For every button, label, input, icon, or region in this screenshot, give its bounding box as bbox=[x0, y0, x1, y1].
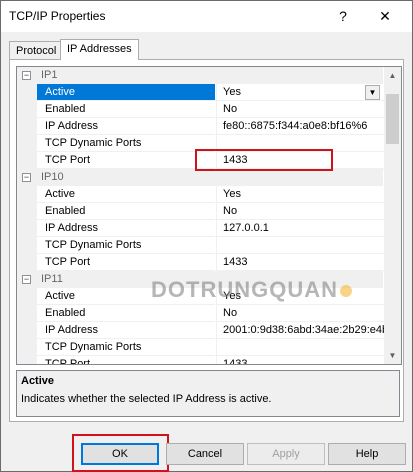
collapse-toggle-icon[interactable]: − bbox=[22, 71, 31, 80]
property-name: Active bbox=[37, 84, 215, 101]
description-text: Indicates whether the selected IP Addres… bbox=[21, 393, 272, 405]
property-name: TCP Dynamic Ports bbox=[37, 135, 215, 152]
property-name: TCP Port bbox=[37, 356, 215, 364]
row-gutter bbox=[17, 356, 37, 364]
vertical-scrollbar[interactable]: ▲ ▼ bbox=[384, 67, 401, 364]
property-value[interactable]: 2001:0:9d38:6abd:34ae:2b29:e4b bbox=[216, 322, 390, 339]
ip-addresses-panel: − IP1 Active Yes ▼ Enabled No IP Address fe80::6… bbox=[9, 59, 404, 422]
property-value[interactable] bbox=[216, 339, 390, 356]
property-value[interactable] bbox=[216, 237, 390, 254]
property-row[interactable]: IP Address fe80::6875:f344:a0e8:bf16%6 bbox=[17, 118, 390, 135]
row-gutter bbox=[17, 237, 37, 254]
property-name: IP Address bbox=[37, 220, 215, 237]
row-gutter bbox=[17, 288, 37, 305]
property-row[interactable]: TCP Port 1433 bbox=[17, 356, 383, 364]
scroll-down-icon[interactable]: ▼ bbox=[384, 347, 401, 364]
grid-section-label: IP1 bbox=[41, 69, 58, 81]
row-gutter bbox=[17, 220, 37, 237]
property-value[interactable]: 1433 bbox=[216, 254, 390, 271]
property-row[interactable]: Active Yes bbox=[17, 186, 390, 203]
property-name: Enabled bbox=[37, 101, 215, 118]
grid-section-header[interactable]: − IP1 bbox=[17, 67, 383, 84]
watermark-dot-icon bbox=[340, 285, 352, 298]
close-button[interactable]: ✕ bbox=[370, 5, 400, 27]
row-gutter bbox=[17, 186, 37, 203]
apply-button[interactable]: Apply bbox=[247, 443, 325, 465]
property-name: Active bbox=[37, 186, 215, 203]
property-row[interactable]: Enabled No bbox=[17, 305, 390, 322]
watermark: DOTRUNGQUAN bbox=[151, 277, 352, 303]
property-row[interactable]: Active Yes ▼ bbox=[17, 84, 390, 101]
tcp-port-highlight bbox=[195, 149, 333, 171]
tab-protocol[interactable]: Protocol bbox=[9, 41, 64, 60]
property-name: TCP Port bbox=[37, 152, 215, 169]
property-grid: − IP1 Active Yes ▼ Enabled No IP Address fe80::6… bbox=[16, 66, 402, 365]
scroll-thumb[interactable] bbox=[386, 94, 399, 144]
property-value[interactable]: fe80::6875:f344:a0e8:bf16%6 bbox=[216, 118, 390, 135]
property-row[interactable]: IP Address 2001:0:9d38:6abd:34ae:2b29:e4b bbox=[17, 322, 390, 339]
property-row[interactable]: Enabled No bbox=[17, 203, 390, 220]
grid-section-label: IP10 bbox=[41, 171, 64, 183]
grid-section-header[interactable]: − IP10 bbox=[17, 169, 383, 186]
window-title: TCP/IP Properties bbox=[9, 9, 106, 23]
property-row[interactable]: TCP Dynamic Ports bbox=[17, 237, 390, 254]
help-button[interactable]: Help bbox=[328, 443, 406, 465]
property-name: TCP Port bbox=[37, 254, 215, 271]
property-row[interactable]: TCP Port 1433 bbox=[17, 254, 390, 271]
collapse-toggle-icon[interactable]: − bbox=[22, 275, 31, 284]
tab-ip-addresses[interactable]: IP Addresses bbox=[60, 39, 139, 60]
property-value[interactable]: Yes bbox=[216, 84, 390, 101]
row-gutter bbox=[17, 101, 37, 118]
row-gutter bbox=[17, 339, 37, 356]
collapse-toggle-icon[interactable]: − bbox=[22, 173, 31, 182]
property-name: IP Address bbox=[37, 322, 215, 339]
description-title: Active bbox=[21, 375, 55, 387]
property-value[interactable]: Yes bbox=[216, 186, 390, 203]
help-title-button[interactable]: ? bbox=[328, 5, 358, 27]
property-name: TCP Dynamic Ports bbox=[37, 339, 215, 356]
property-name: TCP Dynamic Ports bbox=[37, 237, 215, 254]
scroll-up-icon[interactable]: ▲ bbox=[384, 67, 401, 84]
ok-button[interactable]: OK bbox=[81, 443, 159, 465]
row-gutter bbox=[17, 254, 37, 271]
property-name: Enabled bbox=[37, 203, 215, 220]
property-value[interactable]: No bbox=[216, 203, 390, 220]
tcpip-properties-dialog: TCP/IP Properties ? ✕ Protocol IP Addres… bbox=[0, 0, 413, 472]
property-row[interactable]: TCP Dynamic Ports bbox=[17, 339, 390, 356]
property-row[interactable]: Enabled No bbox=[17, 101, 390, 118]
chevron-down-icon[interactable]: ▼ bbox=[365, 85, 380, 100]
grid-section-label: IP11 bbox=[41, 273, 63, 285]
row-gutter bbox=[17, 203, 37, 220]
row-gutter bbox=[17, 152, 37, 169]
cancel-button[interactable]: Cancel bbox=[166, 443, 244, 465]
property-name: Enabled bbox=[37, 305, 215, 322]
property-grid-rows: − IP1 Active Yes ▼ Enabled No IP Address fe80::6… bbox=[17, 67, 390, 364]
row-gutter bbox=[17, 118, 37, 135]
property-value[interactable]: 127.0.0.1 bbox=[216, 220, 390, 237]
row-gutter bbox=[17, 135, 37, 152]
watermark-text: DOTRUNGQUAN bbox=[151, 277, 338, 302]
property-value[interactable]: 1433 bbox=[216, 356, 390, 364]
row-gutter bbox=[17, 322, 37, 339]
property-name: IP Address bbox=[37, 118, 215, 135]
property-row[interactable]: IP Address 127.0.0.1 bbox=[17, 220, 390, 237]
property-value[interactable]: No bbox=[216, 305, 390, 322]
row-gutter bbox=[17, 84, 37, 101]
description-panel: Active Indicates whether the selected IP… bbox=[16, 370, 400, 417]
row-gutter bbox=[17, 305, 37, 322]
property-value[interactable]: No bbox=[216, 101, 390, 118]
title-bar: TCP/IP Properties ? ✕ bbox=[1, 1, 412, 32]
